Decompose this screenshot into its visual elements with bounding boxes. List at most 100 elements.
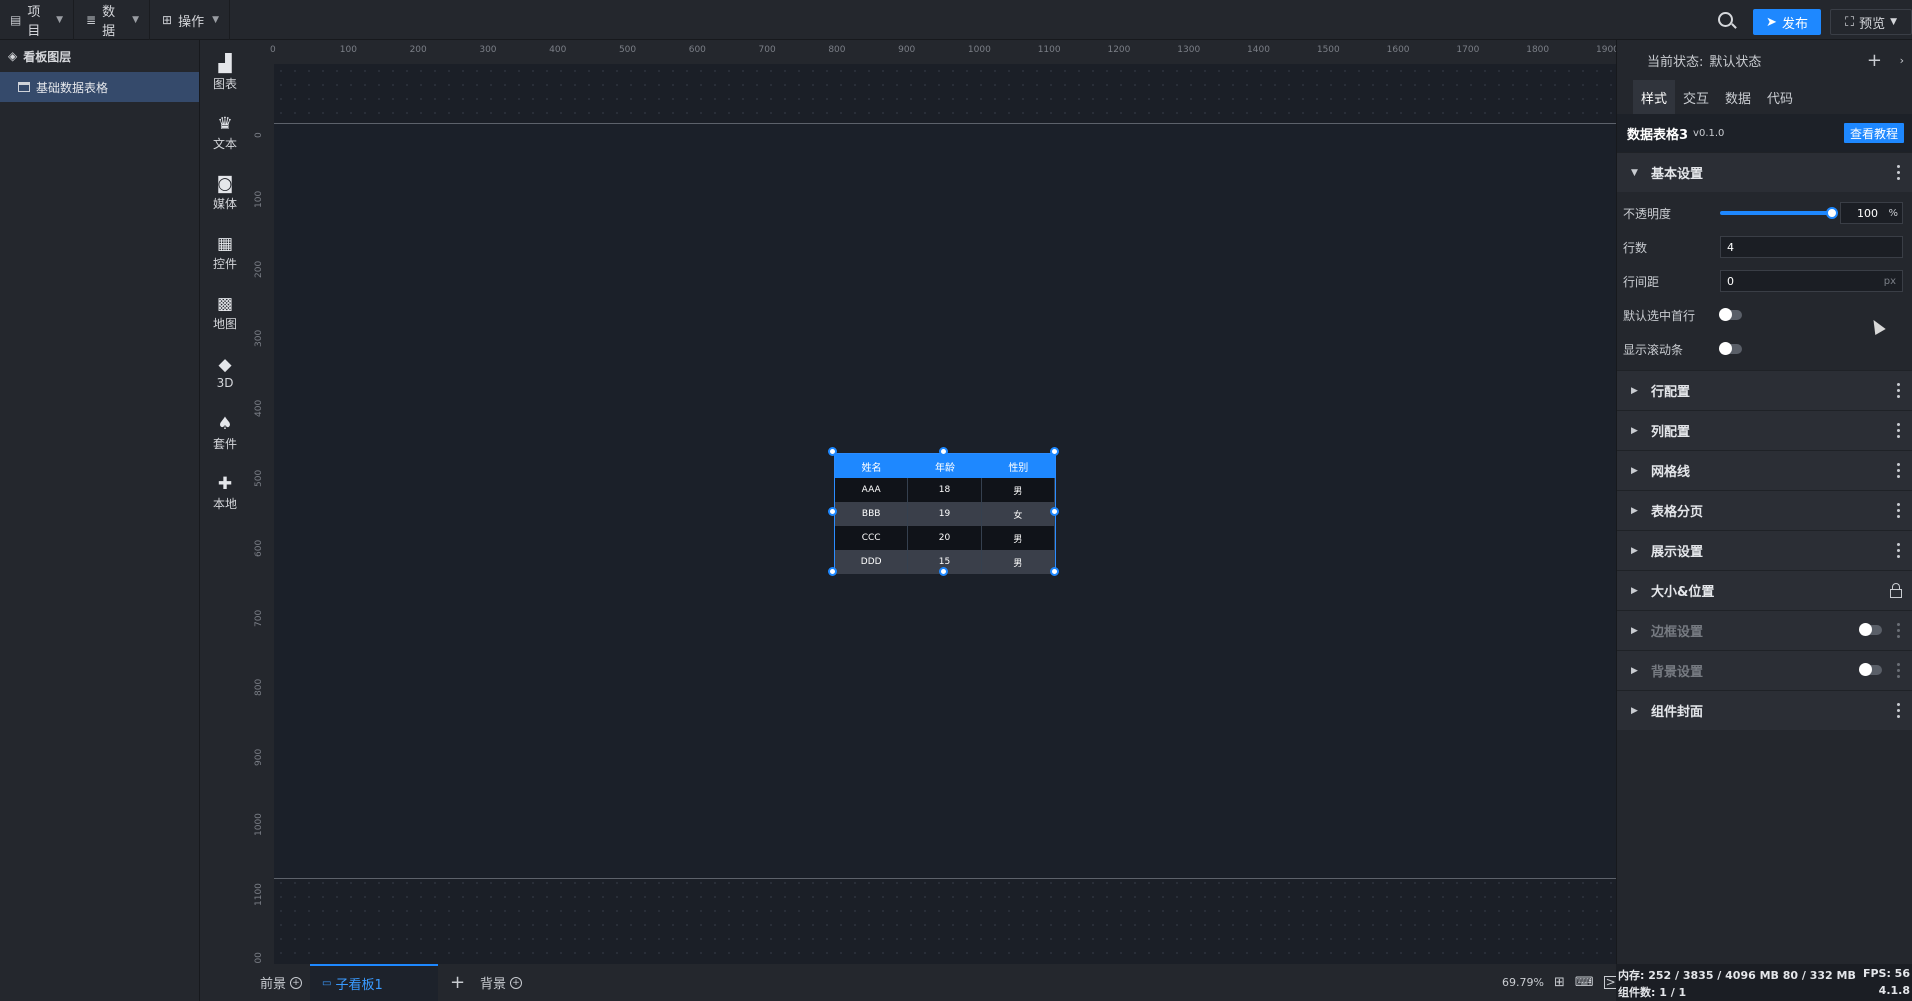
- fit-screen-icon[interactable]: ⊞: [1554, 975, 1565, 990]
- section-toggle[interactable]: [1859, 623, 1882, 636]
- tab-background[interactable]: 背景 +: [480, 964, 523, 1001]
- select-first-toggle[interactable]: [1719, 308, 1742, 321]
- add-board-button[interactable]: +: [450, 964, 465, 1001]
- tab-code[interactable]: 代码: [1759, 80, 1801, 114]
- resize-handle-se[interactable]: [1050, 567, 1059, 576]
- section-item[interactable]: ▶ 列配置: [1617, 410, 1912, 450]
- more-icon[interactable]: [1897, 463, 1900, 478]
- preview-button[interactable]: ⛶ 预览 ▼: [1830, 9, 1912, 35]
- tutorial-button[interactable]: 查看教程: [1843, 123, 1904, 143]
- table-header-row: 姓名 年龄 性别: [835, 454, 1055, 478]
- section-item[interactable]: ▶ 行配置: [1617, 370, 1912, 410]
- data-table-widget[interactable]: 姓名 年龄 性别 AAA 18 男 BBB 19 女 CCC 20 男 DDD …: [834, 453, 1056, 574]
- ruler-tick-label: 200: [254, 260, 264, 278]
- tool-chart[interactable]: ▟ 图表: [200, 48, 250, 98]
- tool-control[interactable]: ▦ 控件: [200, 228, 250, 278]
- tab-style[interactable]: 样式: [1633, 80, 1676, 114]
- opacity-input[interactable]: 100 %: [1840, 202, 1903, 224]
- ruler-tick-label: 1200: [254, 953, 264, 964]
- board-tabs-bar: 前景 + ▭ 子看板1 + 背景 + 69.79% ⊞ ⌨ >_: [250, 964, 1624, 1001]
- section-item[interactable]: ▶ 网格线: [1617, 450, 1912, 490]
- section-item[interactable]: ▶ 组件封面: [1617, 690, 1912, 730]
- resize-handle-sw[interactable]: [828, 567, 837, 576]
- ruler-tick-label: 0: [254, 132, 264, 138]
- opacity-slider[interactable]: [1720, 211, 1830, 215]
- more-icon[interactable]: [1897, 623, 1900, 638]
- section-item[interactable]: ▶ 背景设置: [1617, 650, 1912, 690]
- tool-3d[interactable]: ◆ 3D: [200, 348, 250, 398]
- table-cell: 男: [982, 550, 1055, 574]
- row-gap-input[interactable]: 0 px: [1720, 270, 1903, 292]
- more-icon[interactable]: [1897, 663, 1900, 678]
- file-icon: ▤: [10, 13, 22, 27]
- tab-foreground[interactable]: 前景 +: [260, 964, 303, 1001]
- ruler-tick-label: 1200: [1107, 45, 1131, 55]
- more-icon[interactable]: [1897, 543, 1900, 558]
- resize-handle-nw[interactable]: [828, 447, 837, 456]
- tool-media[interactable]: ◙ 媒体: [200, 168, 250, 218]
- zoom-value[interactable]: 69.79%: [1502, 976, 1544, 989]
- resize-handle-n[interactable]: [939, 447, 948, 456]
- scrollbar-toggle[interactable]: [1719, 342, 1742, 355]
- section-item[interactable]: ▶ 展示设置: [1617, 530, 1912, 570]
- table-row: CCC 20 男: [835, 526, 1055, 550]
- caret-right-icon: ▶: [1631, 585, 1638, 596]
- fullscreen-icon: ⛶: [1844, 14, 1855, 30]
- resize-handle-w[interactable]: [828, 507, 837, 516]
- caret-right-icon: ▶: [1631, 425, 1638, 436]
- resize-handle-e[interactable]: [1050, 507, 1059, 516]
- section-item[interactable]: ▶ 大小&位置: [1617, 570, 1912, 610]
- layers-icon: ◈: [8, 49, 18, 63]
- section-label: 大小&位置: [1651, 585, 1715, 600]
- chevron-down-icon: ▼: [212, 15, 219, 25]
- more-icon[interactable]: [1897, 165, 1900, 180]
- kit-icon: ♠: [217, 413, 233, 434]
- tool-map[interactable]: ▩ 地图: [200, 288, 250, 338]
- caret-right-icon: ▶: [1631, 545, 1638, 556]
- more-icon[interactable]: [1897, 503, 1900, 518]
- send-icon: ➤: [1766, 14, 1777, 30]
- layer-item[interactable]: 基础数据表格: [0, 72, 199, 102]
- more-icon[interactable]: [1897, 703, 1900, 718]
- rows-input[interactable]: 4: [1720, 236, 1903, 258]
- ruler-vertical: 0 100 200 300 400 500 600 700 800 900 1000 1100 1200: [250, 64, 274, 964]
- menu-project[interactable]: ▤ 项目 ▼: [0, 0, 74, 40]
- field-row-gap: 行间距 0 px: [1617, 264, 1912, 298]
- lock-icon[interactable]: [1890, 583, 1902, 598]
- tool-text[interactable]: ♛ 文本: [200, 108, 250, 158]
- ruler-tick-label: 100: [254, 190, 264, 208]
- section-toggle[interactable]: [1859, 663, 1882, 676]
- tab-data[interactable]: 数据: [1717, 80, 1759, 114]
- add-state-icon[interactable]: +: [1867, 50, 1882, 71]
- media-icon: ◙: [216, 173, 234, 194]
- resize-handle-s[interactable]: [939, 567, 948, 576]
- add-circle-icon[interactable]: +: [290, 976, 303, 989]
- ruler-tick-label: 1100: [1037, 45, 1061, 55]
- keyboard-icon[interactable]: ⌨: [1575, 975, 1594, 990]
- section-item[interactable]: ▶ 边框设置: [1617, 610, 1912, 650]
- menu-data[interactable]: ≣ 数据 ▼: [76, 0, 150, 40]
- more-icon[interactable]: [1897, 423, 1900, 438]
- resize-handle-ne[interactable]: [1050, 447, 1059, 456]
- more-icon[interactable]: [1897, 383, 1900, 398]
- props-tabs: 样式 交互 数据 代码: [1617, 80, 1912, 114]
- tool-kit[interactable]: ♠ 套件: [200, 408, 250, 458]
- table-cell: 20: [908, 526, 982, 550]
- menu-operate[interactable]: ⊞ 操作 ▼: [152, 0, 230, 40]
- ruler-tick-label: 1000: [967, 45, 991, 55]
- chevron-right-icon[interactable]: ›: [1900, 54, 1904, 67]
- opacity-slider-knob[interactable]: [1826, 207, 1838, 219]
- section-item[interactable]: ▶ 表格分页: [1617, 490, 1912, 530]
- publish-button[interactable]: ➤ 发布: [1753, 9, 1821, 35]
- tool-local[interactable]: ✚ 本地: [200, 468, 250, 518]
- section-basic[interactable]: ▼ 基本设置: [1617, 152, 1912, 192]
- add-circle-icon[interactable]: +: [510, 976, 523, 989]
- tab-interaction[interactable]: 交互: [1675, 80, 1717, 114]
- state-value[interactable]: 默认状态: [1709, 51, 1761, 70]
- chevron-down-icon: ▼: [1890, 17, 1898, 27]
- search-icon[interactable]: [1718, 12, 1733, 27]
- tab-subboard[interactable]: ▭ 子看板1: [310, 964, 438, 1001]
- table-cell: 女: [982, 502, 1055, 526]
- ruler-tick-label: 900: [254, 748, 264, 767]
- chart-icon: ▟: [218, 53, 232, 74]
